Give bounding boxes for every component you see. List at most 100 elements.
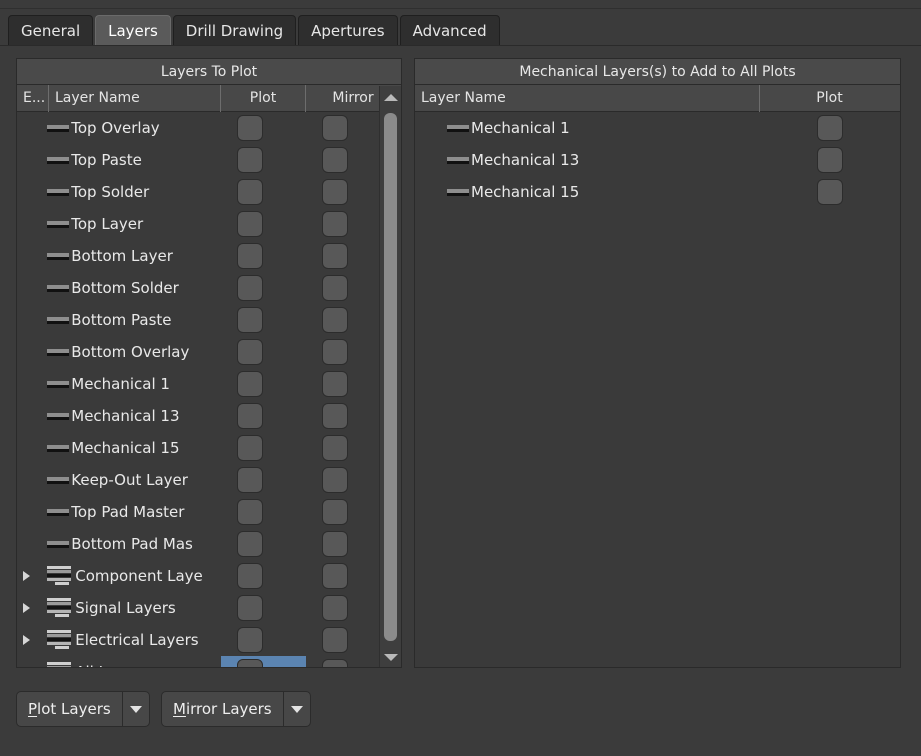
mirror-checkbox[interactable] — [321, 243, 348, 269]
table-row[interactable]: Top Overlay — [17, 112, 379, 144]
mirror-layers-dropdown-toggle[interactable] — [282, 692, 310, 726]
table-row[interactable]: Signal Layers — [17, 592, 379, 624]
layers-to-plot-list[interactable]: Top Overlay Top Paste Top Solder Top Layer B… — [17, 112, 379, 667]
mirror-checkbox[interactable] — [321, 115, 348, 141]
mechanical-layers-list[interactable]: Mechanical 1 Mechanical 13 Mechanical 15 — [415, 112, 900, 667]
layers-to-plot-column-header: E... Layer Name Plot Mirror — [17, 84, 401, 112]
mirror-layers-button[interactable]: Mirror Layers — [161, 691, 311, 727]
plot-checkbox[interactable] — [236, 627, 263, 653]
row-expander-cell — [17, 464, 47, 496]
table-row[interactable]: Bottom Pad Mas — [17, 528, 379, 560]
tab-general[interactable]: General — [8, 15, 94, 46]
mirror-checkbox[interactable] — [321, 403, 348, 429]
table-row[interactable]: All L — [17, 656, 379, 667]
expand-group-button[interactable] — [17, 656, 35, 667]
table-row[interactable]: Bottom Overlay — [17, 336, 379, 368]
mirror-checkbox[interactable] — [321, 563, 348, 589]
mirror-checkbox[interactable] — [321, 659, 348, 667]
plot-checkbox[interactable] — [236, 339, 263, 365]
mirror-checkbox[interactable] — [321, 499, 348, 525]
tab-layers[interactable]: Layers — [95, 15, 171, 46]
column-header-layer-name[interactable]: Layer Name — [415, 84, 760, 112]
mirror-checkbox[interactable] — [321, 467, 348, 493]
column-header-layer-name[interactable]: Layer Name — [49, 84, 221, 112]
scroll-up-arrow-icon — [383, 93, 398, 101]
table-row[interactable]: Component Laye — [17, 560, 379, 592]
row-expander-cell — [17, 368, 47, 400]
plot-checkbox[interactable] — [236, 115, 263, 141]
mirror-checkbox[interactable] — [321, 371, 348, 397]
expand-group-button[interactable] — [17, 560, 35, 592]
mirror-checkbox[interactable] — [321, 531, 348, 557]
table-row[interactable]: Mechanical 15 — [415, 176, 900, 208]
layer-name-label: Top Overlay — [71, 118, 160, 137]
layer-color-swatch-icon — [47, 219, 70, 229]
row-expander-cell — [17, 624, 47, 656]
row-mirror-cell — [290, 208, 379, 240]
row-layer-name-cell: Top Solder — [47, 176, 210, 208]
mirror-checkbox[interactable] — [321, 307, 348, 333]
layers-to-plot-scrollbar[interactable] — [379, 86, 401, 667]
mirror-checkbox[interactable] — [321, 627, 348, 653]
table-row[interactable]: Mechanical 1 — [415, 112, 900, 144]
table-row[interactable]: Top Solder — [17, 176, 379, 208]
tab-advanced[interactable]: Advanced — [399, 15, 500, 46]
plot-checkbox[interactable] — [236, 307, 263, 333]
mirror-checkbox[interactable] — [321, 339, 348, 365]
tab-drill-drawing[interactable]: Drill Drawing — [172, 15, 297, 46]
column-header-plot[interactable]: Plot — [760, 85, 899, 112]
table-row[interactable]: Electrical Layers — [17, 624, 379, 656]
table-row[interactable]: Mechanical 1 — [17, 368, 379, 400]
plot-checkbox[interactable] — [816, 115, 843, 141]
mirror-checkbox[interactable] — [321, 435, 348, 461]
plot-layers-button[interactable]: Plot Layers — [16, 691, 150, 727]
table-row[interactable]: Bottom Layer — [17, 240, 379, 272]
plot-checkbox[interactable] — [236, 147, 263, 173]
plot-checkbox[interactable] — [236, 211, 263, 237]
mirror-checkbox[interactable] — [321, 211, 348, 237]
plot-checkbox[interactable] — [236, 659, 263, 667]
table-row[interactable]: Mechanical 15 — [17, 432, 379, 464]
table-row[interactable]: Keep-Out Layer — [17, 464, 379, 496]
column-header-extra[interactable]: E... — [17, 84, 49, 112]
scroll-up-button[interactable] — [380, 86, 401, 108]
plot-checkbox[interactable] — [236, 595, 263, 621]
plot-checkbox[interactable] — [236, 243, 263, 269]
plot-checkbox[interactable] — [236, 403, 263, 429]
row-expander-cell — [17, 592, 47, 624]
expand-group-button[interactable] — [17, 592, 35, 624]
expand-group-button[interactable] — [17, 624, 35, 656]
table-row[interactable]: Top Layer — [17, 208, 379, 240]
layer-name-label: Top Layer — [71, 214, 144, 233]
mechanical-layers-title: Mechanical Layers(s) to Add to All Plots — [415, 59, 900, 85]
mirror-checkbox[interactable] — [321, 275, 348, 301]
table-row[interactable]: Mechanical 13 — [17, 400, 379, 432]
table-row[interactable]: Mechanical 13 — [415, 144, 900, 176]
plot-checkbox[interactable] — [236, 179, 263, 205]
plot-checkbox[interactable] — [236, 563, 263, 589]
table-row[interactable]: Bottom Paste — [17, 304, 379, 336]
plot-checkbox[interactable] — [816, 179, 843, 205]
mirror-checkbox[interactable] — [321, 147, 348, 173]
scrollbar-thumb[interactable] — [384, 113, 397, 641]
plot-checkbox[interactable] — [236, 499, 263, 525]
mirror-layers-button-label: Mirror Layers — [162, 692, 283, 726]
row-plot-cell — [760, 144, 899, 176]
plot-layers-dropdown-toggle[interactable] — [121, 692, 149, 726]
plot-checkbox[interactable] — [236, 467, 263, 493]
scroll-down-button[interactable] — [380, 646, 401, 667]
mirror-checkbox[interactable] — [321, 595, 348, 621]
table-row[interactable]: Top Pad Master — [17, 496, 379, 528]
plot-checkbox[interactable] — [236, 531, 263, 557]
table-row[interactable]: Bottom Solder — [17, 272, 379, 304]
plot-checkbox[interactable] — [816, 147, 843, 173]
column-header-plot[interactable]: Plot — [221, 84, 306, 112]
plot-checkbox[interactable] — [236, 371, 263, 397]
tab-apertures[interactable]: Apertures — [298, 15, 398, 46]
plot-checkbox[interactable] — [236, 275, 263, 301]
table-row[interactable]: Top Paste — [17, 144, 379, 176]
plot-checkbox[interactable] — [236, 435, 263, 461]
row-layer-name-cell: Top Overlay — [47, 112, 210, 144]
mirror-checkbox[interactable] — [321, 179, 348, 205]
layer-name-label: Component Laye — [75, 566, 203, 585]
